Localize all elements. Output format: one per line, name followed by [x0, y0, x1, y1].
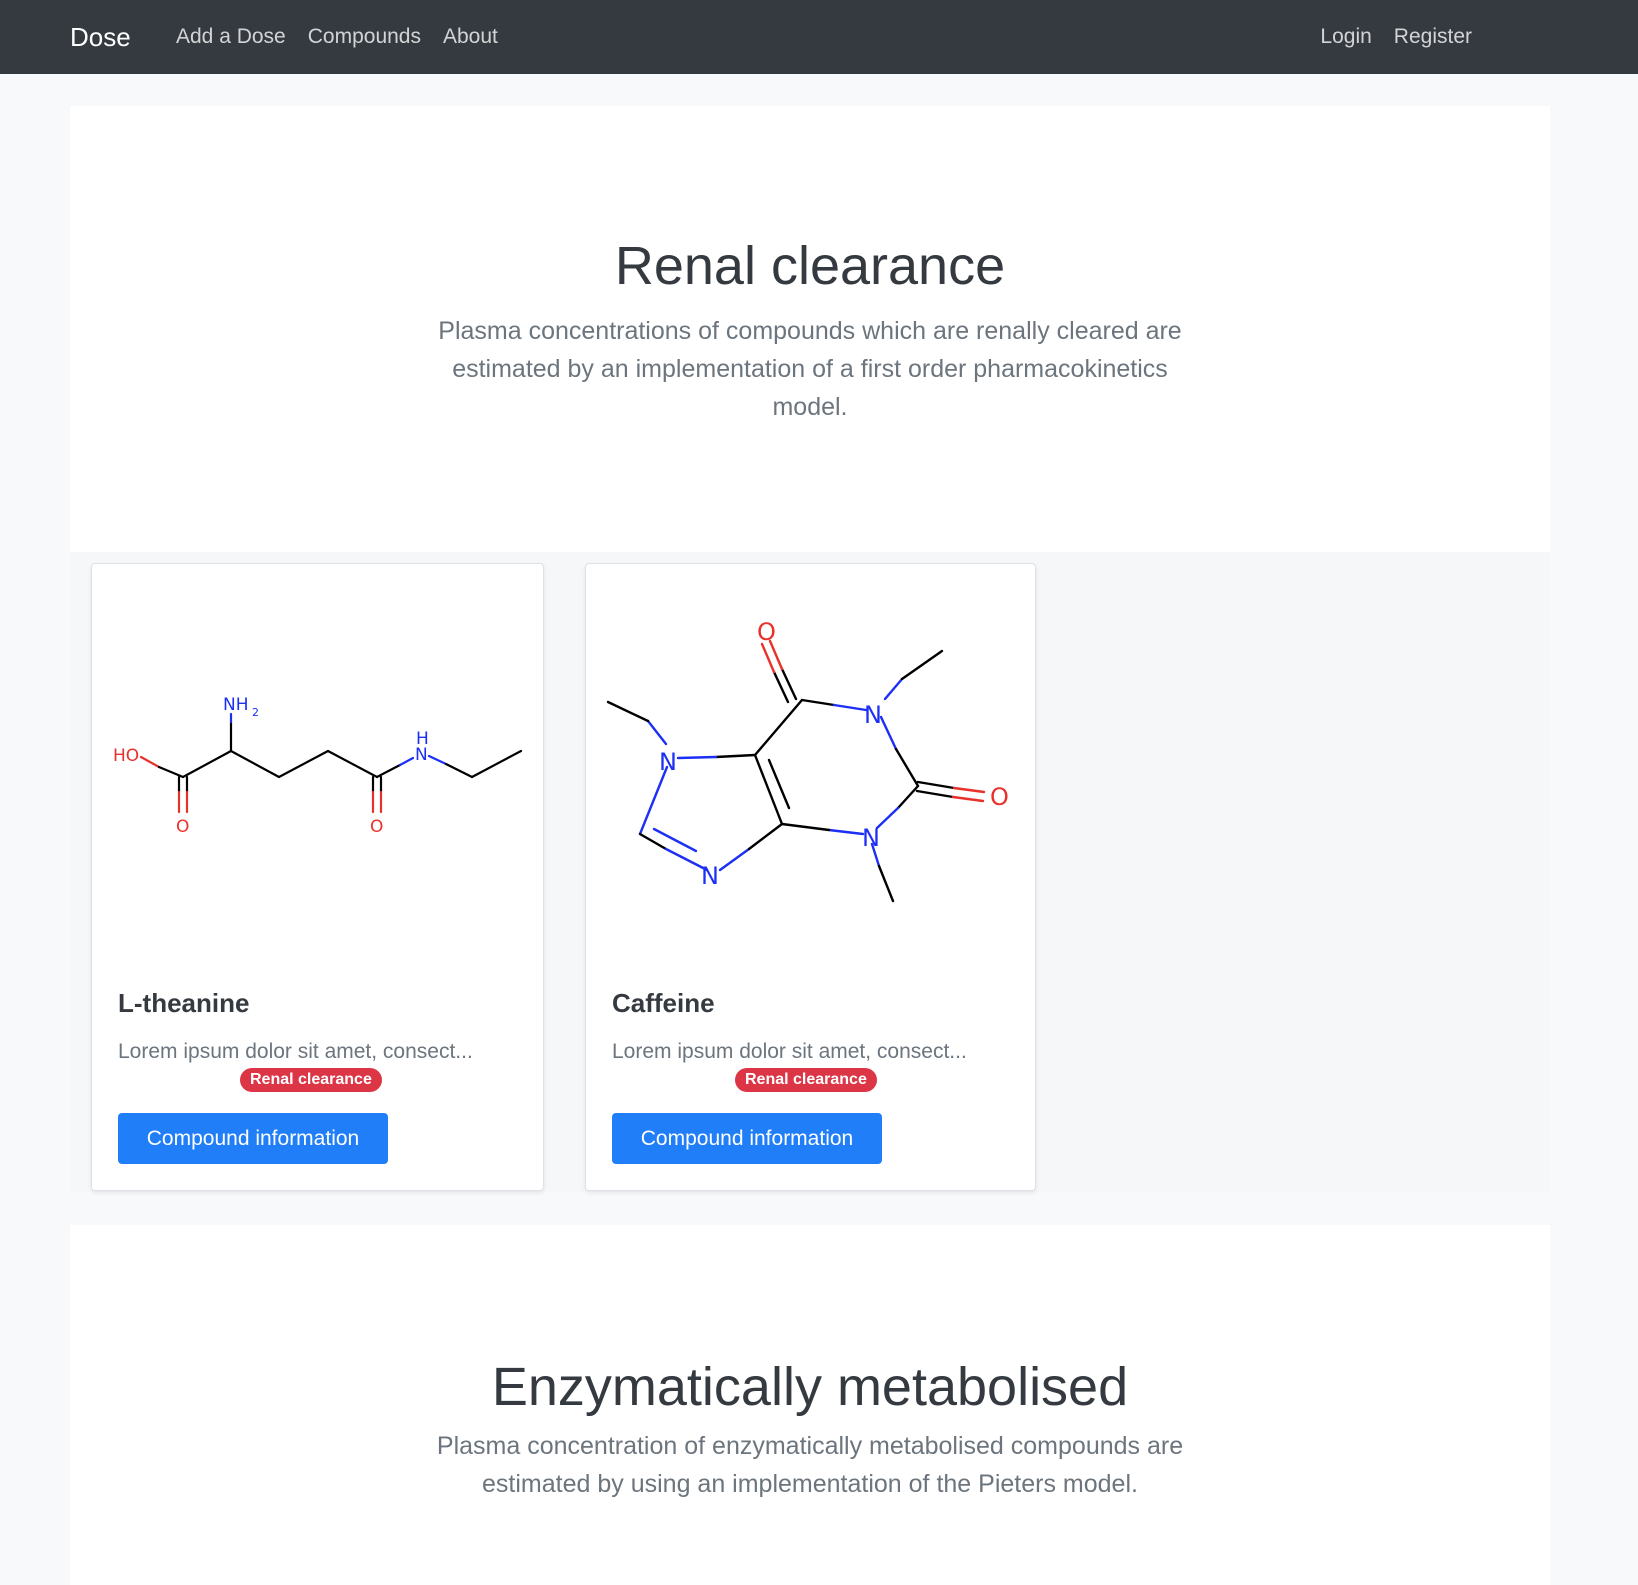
bond: [444, 762, 474, 779]
nav-left: Add a Dose Compounds About: [176, 22, 498, 52]
card-title: L-theanine: [118, 988, 250, 1018]
bond: [753, 753, 784, 826]
nav-add-dose[interactable]: Add a Dose: [176, 22, 286, 52]
bond: [652, 827, 698, 853]
bond: [470, 749, 523, 779]
bond: [398, 756, 415, 767]
bond: [157, 765, 185, 779]
bond: [606, 700, 650, 723]
section-title: Renal clearance: [614, 236, 1006, 296]
bond: [952, 786, 986, 794]
bond: [875, 806, 900, 830]
compound-card-caffeine: N N N N O O Caffeine Lorem ipsum dolor s…: [585, 563, 1036, 1191]
amine-subscript: 2: [252, 706, 259, 719]
amide-n-label: N: [415, 745, 428, 765]
bond: [800, 698, 836, 707]
section-description: Plasma concentrations of compounds which…: [438, 317, 1182, 421]
card-text: Lorem ipsum dolor sit amet, consect...: [612, 1040, 967, 1063]
bond: [375, 763, 402, 779]
renal-clearance-badge: Renal clearance: [735, 1068, 877, 1092]
brand-logo[interactable]: Dose: [70, 20, 131, 54]
bond: [827, 828, 865, 836]
renal-clearance-section: Renal clearance Plasma concentrations of…: [70, 106, 1550, 552]
oxygen-label: O: [757, 618, 776, 646]
bond: [879, 715, 898, 751]
bond: [638, 832, 668, 851]
bond: [753, 698, 804, 757]
section-title: Enzymatically metabolised: [491, 1357, 1129, 1417]
compound-information-button[interactable]: Compound information: [612, 1113, 882, 1164]
bond: [427, 754, 448, 766]
bond: [181, 749, 233, 779]
compound-card-l-theanine: HO O O NH 2 H N L-theanine Lorem ipsum d…: [91, 563, 544, 1191]
bond: [877, 864, 895, 903]
renal-clearance-badge: Renal clearance: [240, 1068, 382, 1092]
bond: [646, 719, 668, 746]
compound-information-button[interactable]: Compound information: [118, 1113, 388, 1164]
card-text: Lorem ipsum dolor sit amet, consect...: [118, 1040, 473, 1063]
nitrogen-label: N: [864, 701, 882, 729]
card-title: Caffeine: [612, 988, 715, 1018]
section-description: Plasma concentration of enzymatically me…: [436, 1432, 1184, 1498]
bond: [747, 822, 784, 851]
bond: [916, 780, 956, 790]
nitrogen-label: N: [862, 824, 880, 852]
nav-register[interactable]: Register: [1394, 22, 1472, 52]
oxygen-label: O: [370, 817, 383, 837]
bond: [832, 703, 868, 712]
bond: [676, 755, 718, 760]
nitrogen-label: N: [659, 748, 677, 776]
bond: [229, 749, 281, 779]
oxygen-label: O: [990, 783, 1009, 811]
nav-login[interactable]: Login: [1320, 22, 1371, 52]
bond: [638, 765, 669, 836]
oxygen-label: O: [176, 817, 189, 837]
caffeine-structure-image: N N N N O O: [606, 618, 1009, 903]
bond: [896, 784, 920, 810]
bond: [326, 749, 379, 779]
bond: [951, 795, 985, 803]
nav-compounds[interactable]: Compounds: [308, 22, 421, 52]
enzymatically-metabolised-section: Enzymatically metabolised Plasma concent…: [70, 1225, 1550, 1585]
bond: [915, 789, 955, 799]
nitrogen-label: N: [701, 862, 719, 890]
bond: [718, 847, 751, 872]
bond: [714, 753, 757, 759]
nav-about[interactable]: About: [443, 22, 498, 52]
amine-label: NH: [223, 695, 249, 715]
bond: [277, 749, 330, 779]
bond: [900, 649, 944, 681]
bond: [883, 677, 904, 701]
nav-right: Login Register: [1320, 22, 1472, 52]
bond: [139, 755, 161, 769]
bond: [894, 747, 920, 788]
l-theanine-structure-image: HO O O NH 2 H N: [113, 695, 523, 837]
navbar: Dose Add a Dose Compounds About Login Re…: [0, 0, 1638, 74]
hydroxyl-label: HO: [113, 746, 139, 766]
bond: [780, 822, 831, 832]
